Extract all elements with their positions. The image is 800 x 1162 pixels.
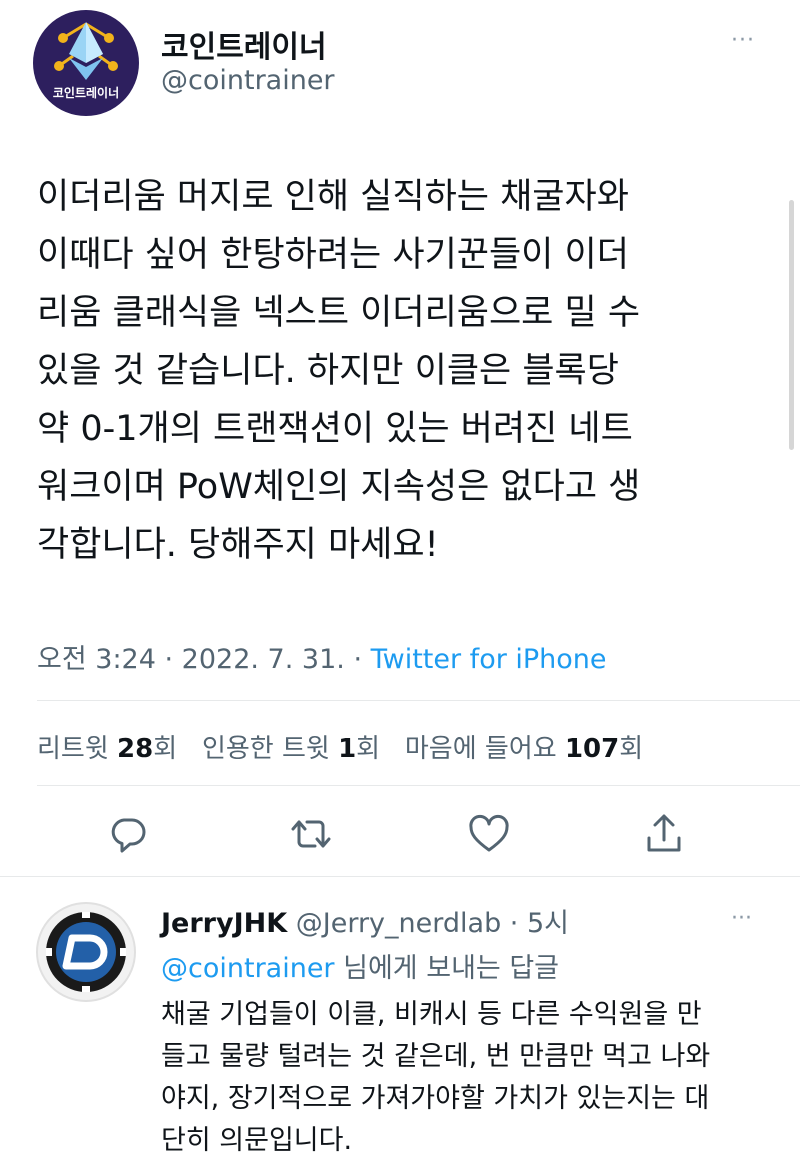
reply-author-avatar[interactable] xyxy=(36,902,136,1002)
divider xyxy=(0,876,800,877)
author-display-name[interactable]: 코인트레이너 xyxy=(161,22,327,66)
reply-time[interactable]: 5시 xyxy=(527,908,569,939)
reply-button[interactable] xyxy=(104,810,152,858)
author-handle[interactable]: @cointrainer xyxy=(161,65,335,96)
scrollbar[interactable] xyxy=(789,200,794,450)
reply-icon xyxy=(111,818,146,853)
reply-author-handle[interactable]: @Jerry_nerdlab xyxy=(296,908,501,939)
tweet-time[interactable]: 오전 3:24 xyxy=(37,644,156,675)
author-avatar[interactable]: 코인트레이너 xyxy=(33,10,139,116)
tweet-meta: 오전 3:24 · 2022. 7. 31. · Twitter for iPh… xyxy=(37,637,607,676)
divider xyxy=(37,700,800,701)
like-button[interactable] xyxy=(465,810,513,858)
like-icon xyxy=(469,814,509,852)
share-icon xyxy=(647,814,681,852)
meta-separator: · xyxy=(164,644,182,675)
reply-author-name[interactable]: JerryJHK xyxy=(161,908,287,939)
tweet-source-link[interactable]: Twitter for iPhone xyxy=(371,644,607,675)
meta-separator: · xyxy=(353,644,371,675)
tweet-date[interactable]: 2022. 7. 31. xyxy=(182,644,345,675)
reply-separator: · xyxy=(501,908,527,939)
reply-text: 채굴 기업들이 이클, 비캐시 등 다른 수익원을 만 들고 물량 털려는 것 … xyxy=(161,999,711,1156)
retweet-button[interactable] xyxy=(287,810,335,858)
likes-stat[interactable]: 마음에 들어요 107회 xyxy=(405,734,643,764)
reply-to-suffix: 님에게 보내는 답글 xyxy=(334,953,560,984)
reply-header: JerryJHK @Jerry_nerdlab · 5시 xyxy=(161,901,569,940)
quote-tweets-stat[interactable]: 인용한 트윗 1회 xyxy=(202,734,380,764)
tweet-text: 이더리움 머지로 인해 실직하는 채굴자와 이때다 싶어 한탕하려는 사기꾼들이… xyxy=(37,177,641,565)
reply-mention-link[interactable]: @cointrainer xyxy=(161,953,335,984)
more-options-icon[interactable]: ··· xyxy=(731,28,755,53)
retweet-icon xyxy=(291,820,331,848)
retweets-stat[interactable]: 리트윗 28회 xyxy=(37,734,177,764)
divider xyxy=(37,785,800,786)
share-button[interactable] xyxy=(640,810,688,858)
replying-to-line: @cointrainer 님에게 보내는 답글 xyxy=(161,946,559,985)
action-bar xyxy=(0,810,800,862)
reply-more-options-icon[interactable]: ··· xyxy=(731,906,752,931)
avatar-logo-text: 코인트레이너 xyxy=(52,86,120,100)
engagement-stats: 리트윗 28회 인용한 트윗 1회 마음에 들어요 107회 xyxy=(37,728,643,765)
digibyte-logo-icon xyxy=(46,912,126,992)
